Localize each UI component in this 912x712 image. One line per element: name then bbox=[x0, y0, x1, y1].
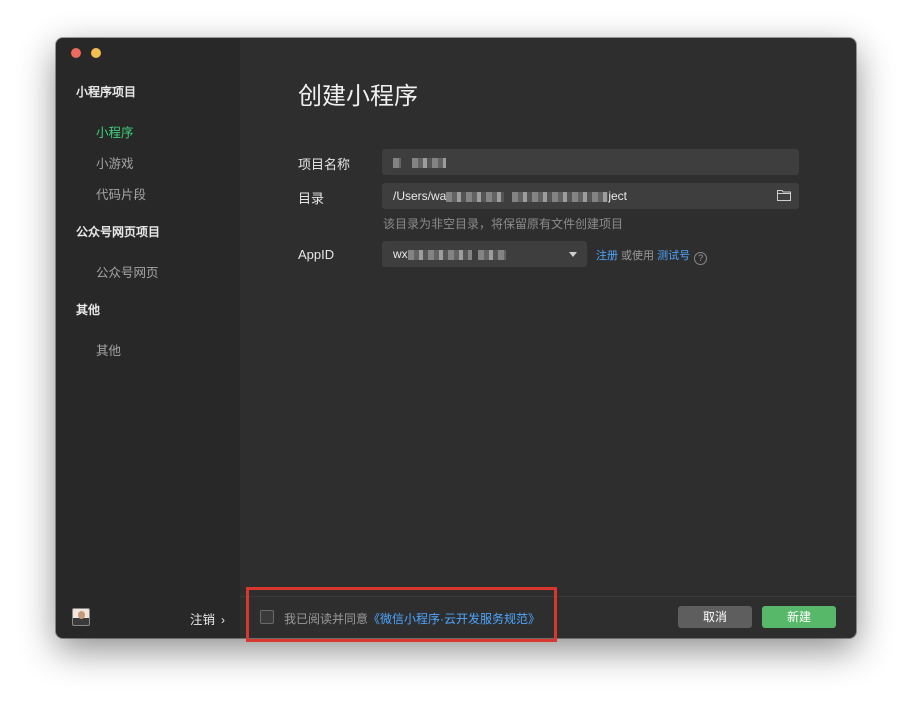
redacted-text bbox=[512, 191, 609, 202]
sidebar-item-minigame[interactable]: 小游戏 bbox=[96, 153, 134, 172]
sidebar-item-miniprogram[interactable]: 小程序 bbox=[96, 122, 134, 141]
main-panel: 创建小程序 项目名称 目录 /Users/wa ject 该目录为非空目录，将保留… bbox=[240, 38, 856, 638]
appid-links: 注册 或使用 测试号? bbox=[596, 247, 708, 265]
logout-button[interactable]: 注销 › bbox=[190, 609, 225, 628]
agree-label: 我已阅读并同意 bbox=[284, 612, 369, 626]
sidebar-footer: 注销 › bbox=[56, 596, 240, 638]
test-account-link[interactable]: 测试号 bbox=[657, 250, 690, 262]
sidebar-item-official-webpage[interactable]: 公众号网页 bbox=[96, 262, 159, 281]
chevron-down-icon bbox=[569, 252, 577, 257]
directory-label: 目录 bbox=[298, 191, 325, 206]
redacted-text bbox=[393, 157, 401, 168]
project-name-input[interactable] bbox=[382, 149, 799, 175]
chevron-right-icon: › bbox=[221, 613, 226, 627]
agree-text: 我已阅读并同意《微信小程序·云开发服务规范》 bbox=[284, 610, 540, 627]
help-icon[interactable]: ? bbox=[694, 252, 708, 265]
create-project-window: 小程序项目 小程序 小游戏 代码片段 公众号网页项目 公众号网页 其他 其他 注… bbox=[56, 38, 856, 638]
cancel-button[interactable]: 取消 bbox=[678, 606, 752, 628]
redacted-text bbox=[477, 249, 506, 260]
sidebar-section-miniprogram: 小程序项目 bbox=[76, 85, 137, 99]
sidebar-section-other: 其他 bbox=[76, 303, 101, 317]
register-link[interactable]: 注册 bbox=[596, 250, 618, 262]
directory-hint: 该目录为非空目录，将保留原有文件创建项目 bbox=[383, 217, 624, 231]
redacted-text bbox=[446, 191, 505, 202]
project-name-label: 项目名称 bbox=[298, 157, 351, 172]
sidebar-item-code-snippet[interactable]: 代码片段 bbox=[96, 184, 146, 203]
appid-select[interactable]: wx bbox=[382, 241, 587, 267]
agree-checkbox[interactable] bbox=[260, 610, 274, 624]
avatar[interactable] bbox=[72, 608, 90, 626]
minimize-window-button[interactable] bbox=[91, 48, 101, 58]
appid-value-prefix: wx bbox=[393, 247, 408, 261]
footer-bar: 我已阅读并同意《微信小程序·云开发服务规范》 取消 新建 bbox=[240, 596, 856, 638]
directory-input[interactable]: /Users/wa ject bbox=[382, 183, 799, 209]
or-use-text: 或使用 bbox=[618, 250, 658, 262]
page-title: 创建小程序 bbox=[298, 83, 418, 110]
create-button[interactable]: 新建 bbox=[762, 606, 836, 628]
sidebar: 小程序项目 小程序 小游戏 代码片段 公众号网页项目 公众号网页 其他 其他 注… bbox=[56, 38, 240, 638]
redacted-text bbox=[412, 157, 447, 168]
agreement-link[interactable]: 《微信小程序·云开发服务规范》 bbox=[368, 612, 540, 626]
redacted-text bbox=[407, 249, 472, 260]
sidebar-section-official-account: 公众号网页项目 bbox=[76, 225, 161, 239]
appid-label: AppID bbox=[298, 247, 335, 262]
directory-value-prefix: /Users/wa bbox=[393, 189, 447, 203]
directory-value-suffix: ject bbox=[608, 189, 628, 203]
sidebar-item-other[interactable]: 其他 bbox=[96, 340, 121, 359]
folder-icon[interactable] bbox=[777, 189, 791, 201]
logout-label: 注销 bbox=[190, 613, 216, 627]
close-window-button[interactable] bbox=[71, 48, 81, 58]
